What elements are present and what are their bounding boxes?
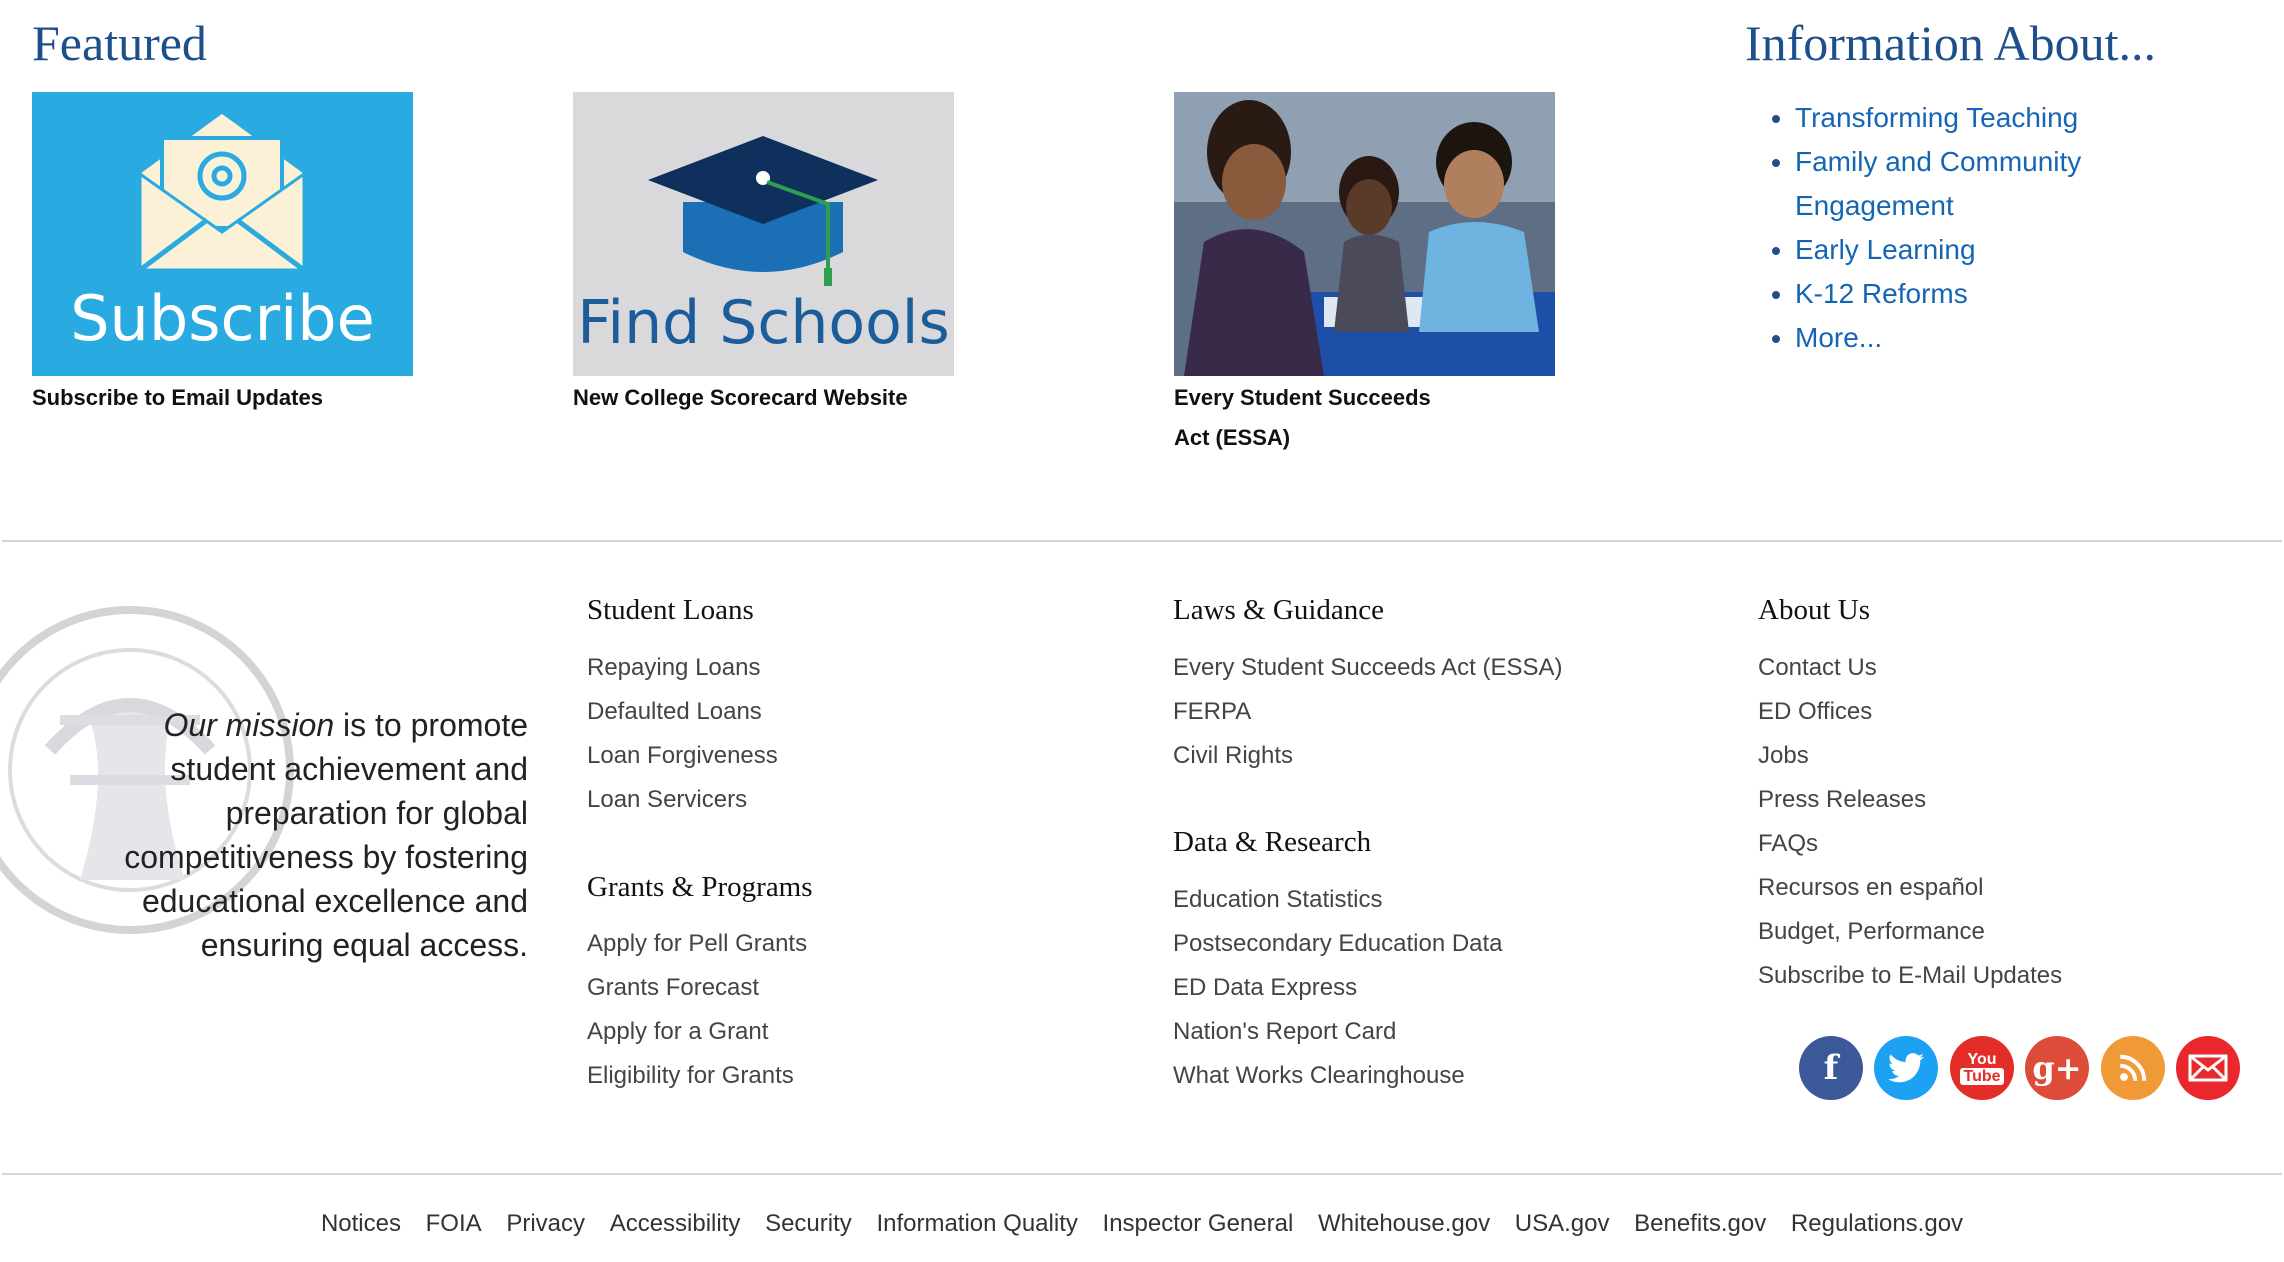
link-regulations-gov[interactable]: Regulations.gov (1791, 1210, 1963, 1237)
google-plus-icon[interactable]: g+ (2025, 1036, 2089, 1100)
email-icon[interactable] (2176, 1036, 2240, 1100)
link-contact-us[interactable]: Contact Us (1758, 654, 1877, 681)
classroom-photo (1174, 92, 1555, 376)
link-essa[interactable]: Every Student Succeeds Act (ESSA) (1173, 654, 1563, 681)
link-notices[interactable]: Notices (321, 1210, 401, 1237)
youtube-icon[interactable]: You Tube (1950, 1036, 2014, 1100)
link-civil-rights[interactable]: Civil Rights (1173, 742, 1293, 769)
link-postsecondary-data[interactable]: Postsecondary Education Data (1173, 930, 1503, 957)
mission-statement: Our mission is to promote student achiev… (60, 703, 528, 967)
link-defaulted-loans[interactable]: Defaulted Loans (587, 698, 762, 725)
featured-title: Featured (32, 15, 207, 71)
link-faqs[interactable]: FAQs (1758, 830, 1818, 857)
info-item: Transforming Teaching (1795, 96, 2215, 140)
info-item: More... (1795, 316, 2215, 360)
link-loan-servicers[interactable]: Loan Servicers (587, 786, 747, 813)
info-item: Early Learning (1795, 228, 2215, 272)
info-item: Family and Community Engagement (1795, 140, 2215, 228)
link-budget-performance[interactable]: Budget, Performance (1758, 918, 1985, 945)
link-benefits-gov[interactable]: Benefits.gov (1634, 1210, 1766, 1237)
subscribe-image-text: Subscribe (70, 282, 375, 355)
student-loans-heading: Student Loans (587, 594, 754, 626)
link-eligibility-grants[interactable]: Eligibility for Grants (587, 1062, 794, 1089)
rss-icon[interactable] (2101, 1036, 2165, 1100)
link-privacy[interactable]: Privacy (506, 1210, 585, 1237)
essa-card-photo[interactable] (1174, 92, 1555, 376)
section-divider (2, 540, 2282, 542)
mission-lead: Our mission (163, 707, 335, 743)
grants-programs-heading: Grants & Programs (587, 871, 813, 903)
info-link-more[interactable]: More... (1795, 322, 1882, 353)
rss-feed-glyph (2120, 1054, 2147, 1081)
twitter-bird-glyph (1888, 1053, 1924, 1083)
data-research-links: Education Statistics Postsecondary Educa… (1173, 878, 1503, 1098)
twitter-icon[interactable] (1874, 1036, 1938, 1100)
envelope-glyph (2188, 1054, 2228, 1082)
subscribe-caption[interactable]: Subscribe to Email Updates (32, 378, 332, 418)
link-ed-offices[interactable]: ED Offices (1758, 698, 1872, 725)
info-link-k12-reforms[interactable]: K-12 Reforms (1795, 278, 1968, 309)
mission-text: is to promote student achievement and pr… (124, 707, 528, 963)
data-research-heading: Data & Research (1173, 826, 1372, 858)
subscribe-card-image[interactable]: Subscribe (32, 92, 413, 376)
about-us-heading: About Us (1758, 594, 1870, 626)
link-repaying-loans[interactable]: Repaying Loans (587, 654, 760, 681)
link-nations-report-card[interactable]: Nation's Report Card (1173, 1018, 1396, 1045)
find-schools-card-image[interactable]: Find Schools (573, 92, 954, 376)
link-accessibility[interactable]: Accessibility (610, 1210, 741, 1237)
essa-caption[interactable]: Every Student Succeeds Act (ESSA) (1174, 378, 1434, 458)
laws-guidance-links: Every Student Succeeds Act (ESSA) FERPA … (1173, 646, 1563, 778)
link-security[interactable]: Security (765, 1210, 852, 1237)
link-grants-forecast[interactable]: Grants Forecast (587, 974, 759, 1001)
information-about-list: Transforming Teaching Family and Communi… (1765, 96, 2215, 360)
about-us-links: Contact Us ED Offices Jobs Press Release… (1758, 646, 2062, 998)
link-jobs[interactable]: Jobs (1758, 742, 1809, 769)
link-information-quality[interactable]: Information Quality (876, 1210, 1077, 1237)
find-schools-image-text: Find Schools (577, 288, 950, 358)
info-link-transforming-teaching[interactable]: Transforming Teaching (1795, 102, 2078, 133)
link-apply-for-grant[interactable]: Apply for a Grant (587, 1018, 768, 1045)
link-apply-pell-grants[interactable]: Apply for Pell Grants (587, 930, 807, 957)
laws-guidance-heading: Laws & Guidance (1173, 594, 1384, 626)
footer-bottom-links: Notices FOIA Privacy Accessibility Secur… (0, 1210, 2284, 1238)
info-item: K-12 Reforms (1795, 272, 2215, 316)
find-schools-caption[interactable]: New College Scorecard Website (573, 378, 953, 418)
link-subscribe-email[interactable]: Subscribe to E-Mail Updates (1758, 962, 2062, 989)
link-education-statistics[interactable]: Education Statistics (1173, 886, 1382, 913)
link-usa-gov[interactable]: USA.gov (1515, 1210, 1610, 1237)
info-link-early-learning[interactable]: Early Learning (1795, 234, 1976, 265)
link-what-works[interactable]: What Works Clearinghouse (1173, 1062, 1465, 1089)
link-loan-forgiveness[interactable]: Loan Forgiveness (587, 742, 778, 769)
link-foia[interactable]: FOIA (426, 1210, 482, 1237)
link-inspector-general[interactable]: Inspector General (1103, 1210, 1294, 1237)
student-loans-links: Repaying Loans Defaulted Loans Loan Forg… (587, 646, 778, 822)
link-whitehouse[interactable]: Whitehouse.gov (1318, 1210, 1490, 1237)
link-ed-data-express[interactable]: ED Data Express (1173, 974, 1357, 1001)
info-link-family-engagement[interactable]: Family and Community Engagement (1795, 146, 2081, 221)
grants-programs-links: Apply for Pell Grants Grants Forecast Ap… (587, 922, 807, 1098)
footer-divider (2, 1173, 2282, 1175)
information-about-title: Information About... (1745, 15, 2157, 71)
link-recursos-espanol[interactable]: Recursos en español (1758, 874, 1983, 901)
link-ferpa[interactable]: FERPA (1173, 698, 1251, 725)
facebook-icon[interactable]: f (1799, 1036, 1863, 1100)
link-press-releases[interactable]: Press Releases (1758, 786, 1926, 813)
